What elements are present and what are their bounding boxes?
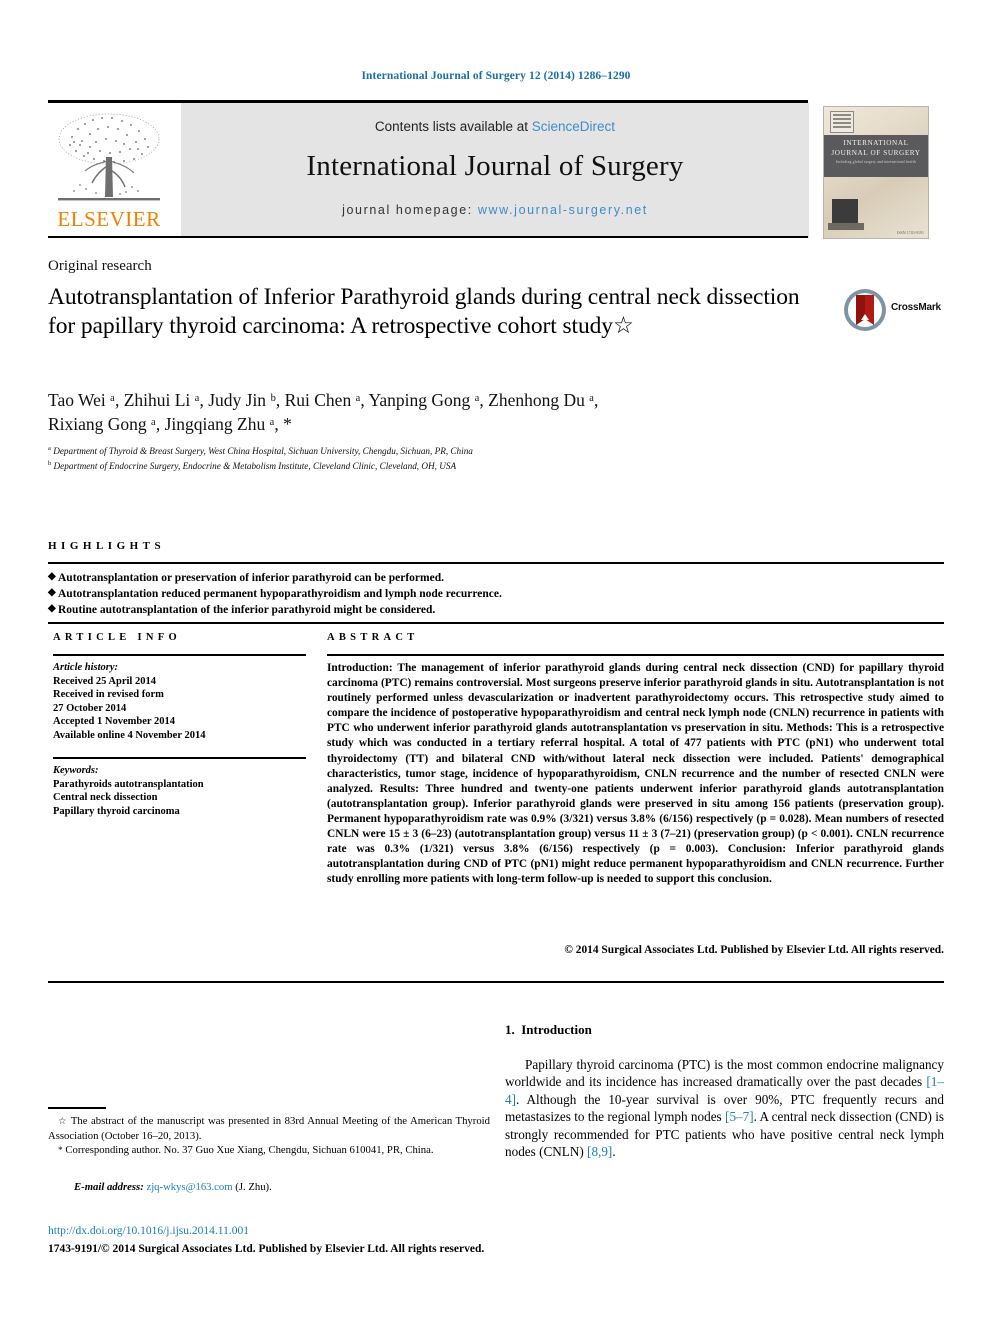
article-info-heading: ARTICLE INFO <box>53 632 181 643</box>
highlights-heading: HIGHLIGHTS <box>48 540 166 552</box>
author-list: Tao Wei ᵃ, Zhihui Li ᵃ, Judy Jin ᵇ, Rui … <box>48 388 848 436</box>
bullet-icon: ◆ <box>48 587 56 598</box>
journal-masthead: ELSEVIER Contents lists available at Sci… <box>48 100 944 239</box>
keywords-block: Keywords: Parathyroids autotransplantati… <box>53 764 311 818</box>
article-history-label: Article history: <box>53 662 119 673</box>
bullet-icon: ◆ <box>48 571 56 582</box>
abstract-heading: ABSTRACT <box>327 632 419 643</box>
highlight-text: Autotransplantation reduced permanent hy… <box>58 588 502 600</box>
article-history-block: Article history: Received 25 April 2014 … <box>53 661 311 743</box>
cover-corner-logo <box>830 111 854 133</box>
citation-ref-3[interactable]: [8,9] <box>587 1144 612 1159</box>
cover-title-band: INTERNATIONAL JOURNAL OF SURGERY Includi… <box>824 135 928 177</box>
section-heading-introduction: 1. Introduction <box>505 1022 592 1038</box>
abstract-copyright: © 2014 Surgical Associates Ltd. Publishe… <box>564 944 944 956</box>
author-line-1: Tao Wei ᵃ, Zhihui Li ᵃ, Judy Jin ᵇ, Rui … <box>48 390 599 410</box>
affiliation-b: b Department of Endocrine Surgery, Endoc… <box>48 458 748 473</box>
keyword-item: Parathyroids autotransplantation <box>53 778 204 790</box>
article-history-item: Available online 4 November 2014 <box>53 729 206 741</box>
journal-homepage-line: journal homepage: www.journal-surgery.ne… <box>181 203 809 217</box>
cover-crest-icon <box>832 199 858 223</box>
cover-title-line1: INTERNATIONAL <box>843 139 909 147</box>
affiliation-mark-a: a <box>48 445 51 452</box>
abstract-conclusion-label: Conclusion: <box>727 843 787 856</box>
intro-text-part1: Papillary thyroid carcinoma (PTC) is the… <box>505 1057 944 1090</box>
affiliation-list: a Department of Thyroid & Breast Surgery… <box>48 443 748 472</box>
cover-subtitle: Including global surgery and internation… <box>836 160 916 164</box>
highlights-list: ◆ Autotransplantation or preservation of … <box>48 570 944 618</box>
contents-available-line: Contents lists available at ScienceDirec… <box>181 119 809 134</box>
article-title-text: Autotransplantation of Inferior Parathyr… <box>48 284 800 339</box>
citation-ref-2[interactable]: [5–7] <box>725 1109 754 1124</box>
footnote-block: ☆ The abstract of the manuscript was pre… <box>48 1115 490 1159</box>
homepage-prefix: journal homepage: <box>342 203 473 217</box>
crossmark-badge[interactable]: CrossMark <box>843 288 943 334</box>
abstract-methods-label: Methods: <box>786 722 833 735</box>
sciencedirect-link[interactable]: ScienceDirect <box>532 119 615 134</box>
elsevier-logo: ELSEVIER <box>48 109 170 239</box>
highlight-item: ◆ Routine autotransplantation of the infe… <box>48 602 944 618</box>
keyword-item: Papillary thyroid carcinoma <box>53 805 180 817</box>
abstract-rule <box>327 654 944 656</box>
article-page: International Journal of Surgery 12 (201… <box>0 0 992 1323</box>
elsevier-tree-icon <box>58 113 160 201</box>
footnote-2: * Corresponding author. No. 37 Guo Xue X… <box>48 1144 490 1159</box>
abstract-body: Introduction: The management of inferior… <box>327 661 944 887</box>
highlight-text: Autotransplantation or preservation of i… <box>58 572 444 584</box>
article-category: Original research <box>48 258 152 274</box>
cover-title-line2: JOURNAL OF SURGERY <box>831 149 921 157</box>
imprint-line: 1743-9191/© 2014 Surgical Associates Ltd… <box>48 1243 485 1255</box>
intro-text-part4: . <box>612 1144 616 1160</box>
page-title: Autotransplantation of Inferior Parathyr… <box>48 283 806 341</box>
keywords-label: Keywords: <box>53 765 99 776</box>
title-footnote-marker[interactable]: ☆ <box>613 313 634 339</box>
article-history-item: Received in revised form <box>53 689 164 701</box>
section-number: 1. <box>505 1022 515 1037</box>
author-line-2: Rixiang Gong ᵃ, Jingqiang Zhu ᵃ, * <box>48 414 292 434</box>
journal-title: International Journal of Surgery <box>306 150 684 182</box>
running-head: International Journal of Surgery 12 (201… <box>361 70 631 82</box>
crossmark-label: CrossMark <box>891 302 941 313</box>
email-link[interactable]: zjq-wkys@163.com <box>146 1181 232 1193</box>
email-label: E-mail address: <box>74 1181 144 1193</box>
affiliation-a: a Department of Thyroid & Breast Surgery… <box>48 443 748 458</box>
section-title: Introduction <box>521 1022 592 1037</box>
highlight-text: Routine autotransplantation of the infer… <box>58 604 436 616</box>
article-history-item: 27 October 2014 <box>53 702 127 714</box>
highlight-item: ◆ Autotransplantation or preservation of … <box>48 570 944 586</box>
highlight-item: ◆ Autotransplantation reduced permanent h… <box>48 586 944 602</box>
cover-crest-base <box>828 223 864 230</box>
highlights-bottom-rule <box>48 622 944 625</box>
affiliation-mark-b: b <box>48 459 52 467</box>
doi-link[interactable]: http://dx.doi.org/10.1016/j.ijsu.2014.11… <box>48 1225 249 1237</box>
keyword-item: Central neck dissection <box>53 792 158 804</box>
journal-cover-thumbnail: INTERNATIONAL JOURNAL OF SURGERY Includi… <box>823 106 929 239</box>
highlights-top-rule <box>48 562 944 565</box>
elsevier-wordmark: ELSEVIER <box>57 207 161 231</box>
bullet-icon: ◆ <box>48 603 56 614</box>
masthead-bottom-rule <box>48 236 808 238</box>
abstract-results-label: Results: <box>379 782 419 795</box>
article-info-rule <box>53 654 306 656</box>
affiliation-a-text: Department of Thyroid & Breast Surgery, … <box>53 446 473 457</box>
journal-homepage-link[interactable]: www.journal-surgery.net <box>478 203 648 217</box>
footnote-1: ☆ The abstract of the manuscript was pre… <box>48 1115 490 1144</box>
cover-issn: ISSN 1743-9191 <box>896 230 924 235</box>
abstract-introduction-label: Introduction: <box>327 662 393 674</box>
masthead-center-panel: Contents lists available at ScienceDirec… <box>181 103 809 238</box>
footnote-1-text: The abstract of the manuscript was prese… <box>48 1115 490 1142</box>
contents-prefix: Contents lists available at <box>374 119 529 134</box>
introduction-paragraph: Papillary thyroid carcinoma (PTC) is the… <box>505 1056 944 1160</box>
article-history-item: Received 25 April 2014 <box>53 675 156 687</box>
article-history-item: Accepted 1 November 2014 <box>53 716 175 728</box>
footnote-2-text: Corresponding author. No. 37 Guo Xue Xia… <box>62 1143 434 1156</box>
footnote-rule <box>48 1107 106 1109</box>
crossmark-icon <box>844 289 886 331</box>
keywords-rule <box>53 757 306 759</box>
abstract-bottom-rule <box>48 981 944 984</box>
affiliation-b-text: Department of Endocrine Surgery, Endocri… <box>53 460 457 471</box>
corresponding-email-line: E-mail address: zjq-wkys@163.com (J. Zhu… <box>48 1181 490 1193</box>
email-suffix: (J. Zhu). <box>235 1181 272 1193</box>
